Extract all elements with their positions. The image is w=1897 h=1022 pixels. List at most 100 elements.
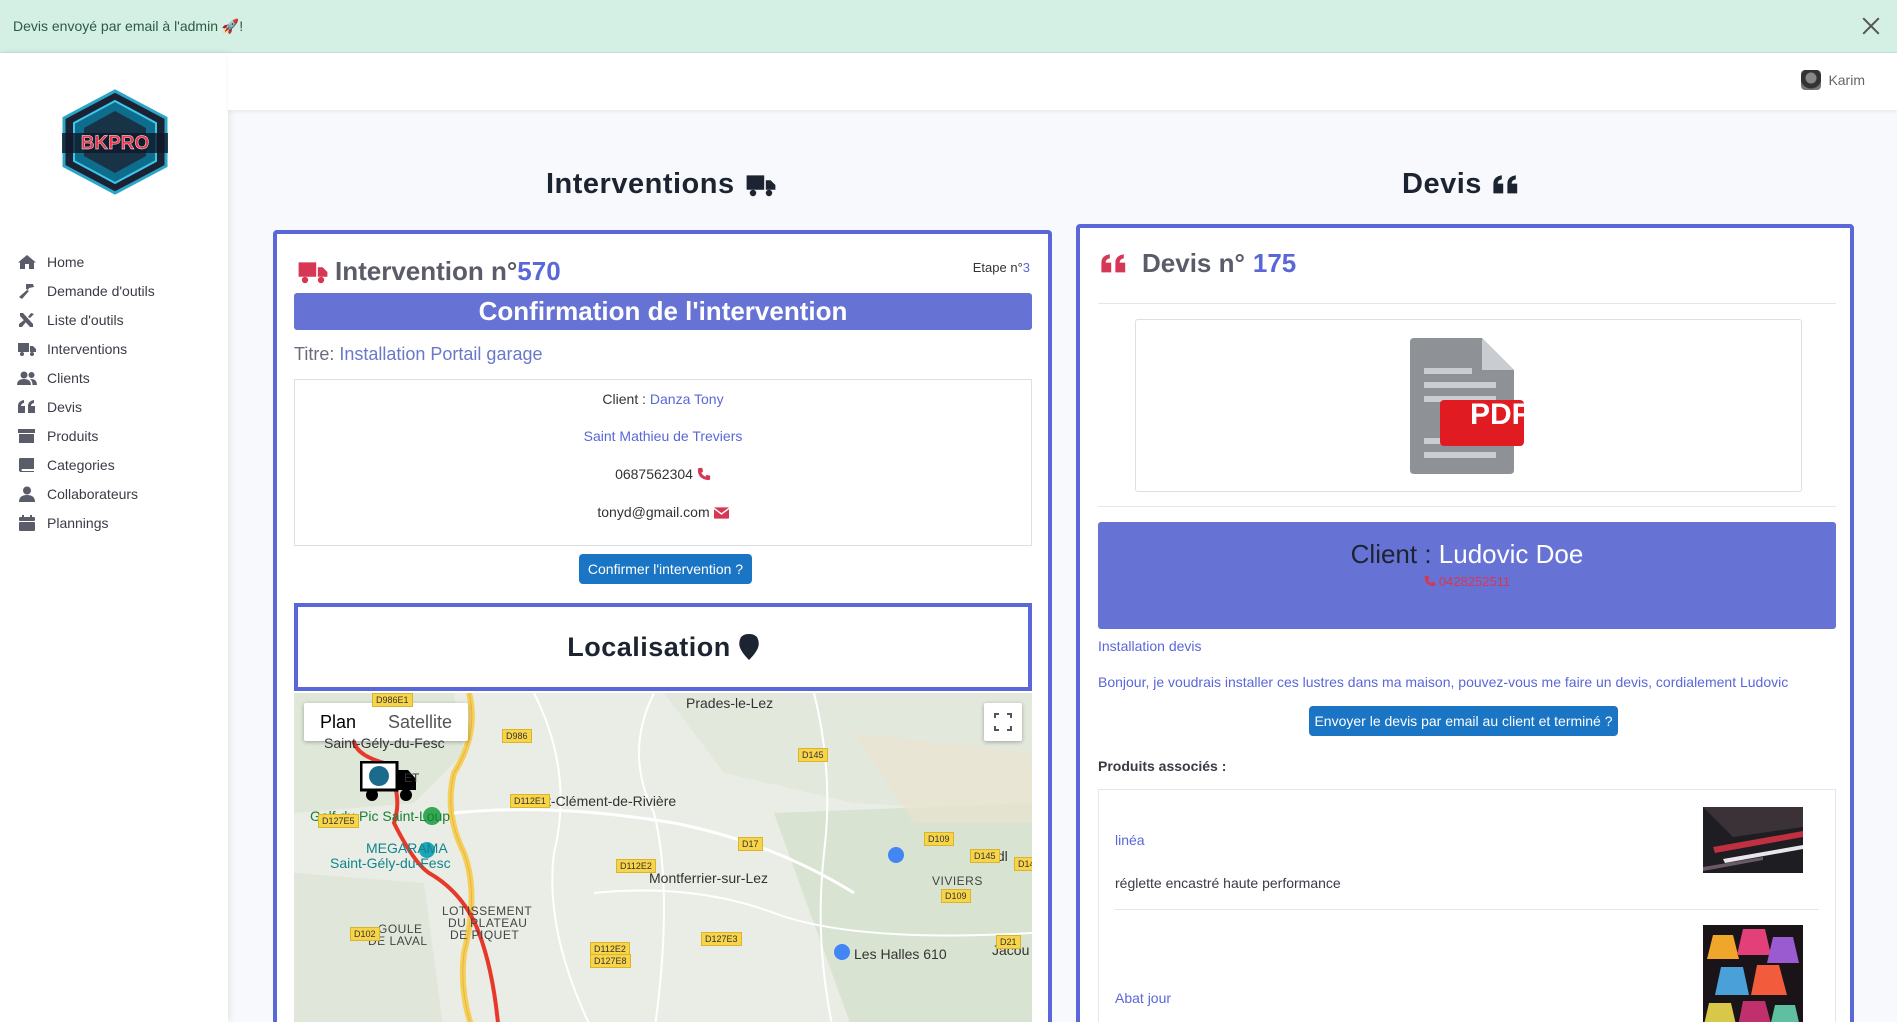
sidebar-item-label: Collaborateurs xyxy=(47,485,139,502)
quote-icon xyxy=(1101,253,1126,272)
sidebar-item-label: Home xyxy=(47,253,85,270)
road-label: D17 xyxy=(738,837,763,851)
road-label: D127E5 xyxy=(318,814,359,828)
confirm-intervention-button[interactable]: Confirmer l'intervention ? xyxy=(579,554,752,584)
map-place-label: DE PIQUET xyxy=(450,928,520,942)
pdf-label: PDF xyxy=(1470,398,1530,431)
intervention-number: 570 xyxy=(517,256,561,286)
close-icon[interactable] xyxy=(1859,14,1883,38)
devis-message: Bonjour, je voudrais installer ces lustr… xyxy=(1098,674,1789,690)
user-menu[interactable]: Karim xyxy=(1801,70,1865,90)
road-label: D109 xyxy=(941,889,971,903)
sidebar-item-label: Liste d'outils xyxy=(47,311,124,328)
road-label: D109 xyxy=(924,832,954,846)
pdf-download-card[interactable]: PDF xyxy=(1135,319,1802,492)
username: Karim xyxy=(1828,72,1865,88)
topbar: Karim xyxy=(228,53,1897,110)
fullscreen-icon[interactable] xyxy=(984,703,1022,741)
sidebar-item-label: Produits xyxy=(47,427,99,444)
truck-icon xyxy=(746,174,775,196)
client-phone: 0687562304 xyxy=(295,466,1031,482)
sidebar-item-label: Demande d'outils xyxy=(47,282,155,299)
localisation-header: Localisation xyxy=(294,603,1032,691)
alert-message: Devis envoyé par email à l'admin 🚀! xyxy=(13,17,244,34)
product-name[interactable]: Abat jour xyxy=(1115,990,1171,1006)
client-row: Client : Danza Tony xyxy=(602,391,724,407)
sidebar-item-clients[interactable]: Clients xyxy=(0,363,228,392)
road-label: D127E3 xyxy=(701,932,742,946)
sidebar-item-categories[interactable]: Categories xyxy=(0,450,228,479)
bkpro-logo[interactable]: BKPRO xyxy=(58,89,172,195)
road-label: D21 xyxy=(996,935,1021,949)
client-city: Saint Mathieu de Treviers xyxy=(583,428,743,444)
road-label: D145 xyxy=(970,849,1000,863)
map-place-label: Saint-Gély-du-Fesc xyxy=(330,855,451,871)
product-image xyxy=(1703,925,1803,1022)
products-title: Produits associés : xyxy=(1098,758,1227,774)
sidebar-item-home[interactable]: Home xyxy=(0,247,228,276)
calendar-icon xyxy=(19,514,35,531)
users-icon xyxy=(17,371,37,385)
devis-client-phone: 0428252511 xyxy=(1098,574,1836,589)
send-devis-button[interactable]: Envoyer le devis par email au client et … xyxy=(1309,706,1618,736)
sidebar-item-demande-outils[interactable]: Demande d'outils xyxy=(0,276,228,305)
product-image xyxy=(1703,807,1803,873)
interventions-section-title: Interventions xyxy=(546,168,777,201)
confirmation-banner: Confirmation de l'intervention xyxy=(294,293,1032,330)
tools-icon xyxy=(19,312,34,327)
etape-indicator: Etape n°3 xyxy=(972,260,1030,275)
sidebar-item-collaborateurs[interactable]: Collaborateurs xyxy=(0,479,228,508)
map-view[interactable]: Plan Satellite Prades-le-Lez Saint-Gély-… xyxy=(294,693,1032,1022)
client-info-card: Client : Danza Tony Saint Mathieu de Tre… xyxy=(294,379,1032,546)
truck-icon xyxy=(298,261,328,283)
map-place-label: ET xyxy=(404,771,420,785)
client-link[interactable]: Danza Tony xyxy=(650,391,724,407)
truck-icon xyxy=(18,342,36,356)
devis-title: Installation devis xyxy=(1098,638,1202,654)
hammer-icon xyxy=(19,283,34,299)
devis-number: 175 xyxy=(1252,248,1297,278)
quote-icon xyxy=(18,399,35,413)
phone-icon[interactable] xyxy=(697,467,711,481)
sidebar-item-devis[interactable]: Devis xyxy=(0,392,228,421)
map-marker-icon xyxy=(739,634,759,660)
quote-icon xyxy=(1493,174,1518,193)
road-label: D112E2 xyxy=(616,859,656,873)
sidebar: BKPRO Home Demande d'outils Liste d'outi… xyxy=(0,53,228,1022)
devis-client-card: Client : Ludovic Doe 0428252511 xyxy=(1098,522,1836,629)
divider xyxy=(1098,303,1836,304)
road-label: D986 xyxy=(502,729,532,743)
map-place-label: Saint-Gély-du-Fesc xyxy=(324,735,445,751)
products-list: linéa réglette encastré haute performanc… xyxy=(1098,789,1836,1022)
sidebar-item-produits[interactable]: Produits xyxy=(0,421,228,450)
sidebar-item-label: Clients xyxy=(47,369,90,386)
devis-panel: Devis n° 175 PDF Client : Ludovic Doe 042… xyxy=(1076,224,1854,1022)
list-item[interactable]: linéa réglette encastré haute performanc… xyxy=(1115,790,1819,910)
road-label: D986E1 xyxy=(372,693,413,707)
product-name[interactable]: linéa xyxy=(1115,832,1145,848)
map-place-label: Les Halles 610 xyxy=(854,946,947,962)
sidebar-item-label: Plannings xyxy=(47,514,109,531)
devis-heading: Devis n° 175 xyxy=(1100,248,1296,279)
client-email: tonyd@gmail.com xyxy=(295,504,1031,520)
intervention-panel: Intervention n° 570 Etape n°3 Confirmatio… xyxy=(273,230,1052,1022)
road-label: D145 xyxy=(798,748,828,762)
sidebar-item-liste-outils[interactable]: Liste d'outils xyxy=(0,305,228,334)
list-item[interactable]: Abat jour xyxy=(1115,910,1819,1022)
road-label: D14 xyxy=(1014,857,1032,871)
divider xyxy=(1098,506,1836,507)
envelope-icon[interactable] xyxy=(713,507,730,519)
map-place-label: VIVIERS xyxy=(932,874,983,888)
sidebar-item-label: Devis xyxy=(47,398,83,415)
phone-icon[interactable] xyxy=(1424,575,1436,587)
sidebar-item-interventions[interactable]: Interventions xyxy=(0,334,228,363)
book-icon xyxy=(19,457,34,472)
sidebar-item-plannings[interactable]: Plannings xyxy=(0,508,228,537)
devis-client-name: Client : Ludovic Doe xyxy=(1350,539,1584,569)
sidebar-item-label: Interventions xyxy=(47,340,128,357)
product-description: réglette encastré haute performance xyxy=(1115,875,1341,891)
map-place-label: Montferrier-sur-Lez xyxy=(649,870,769,886)
map-place-label: MEGARAMA xyxy=(366,840,448,856)
archive-icon xyxy=(18,428,35,443)
devis-section-title: Devis xyxy=(1402,168,1520,201)
